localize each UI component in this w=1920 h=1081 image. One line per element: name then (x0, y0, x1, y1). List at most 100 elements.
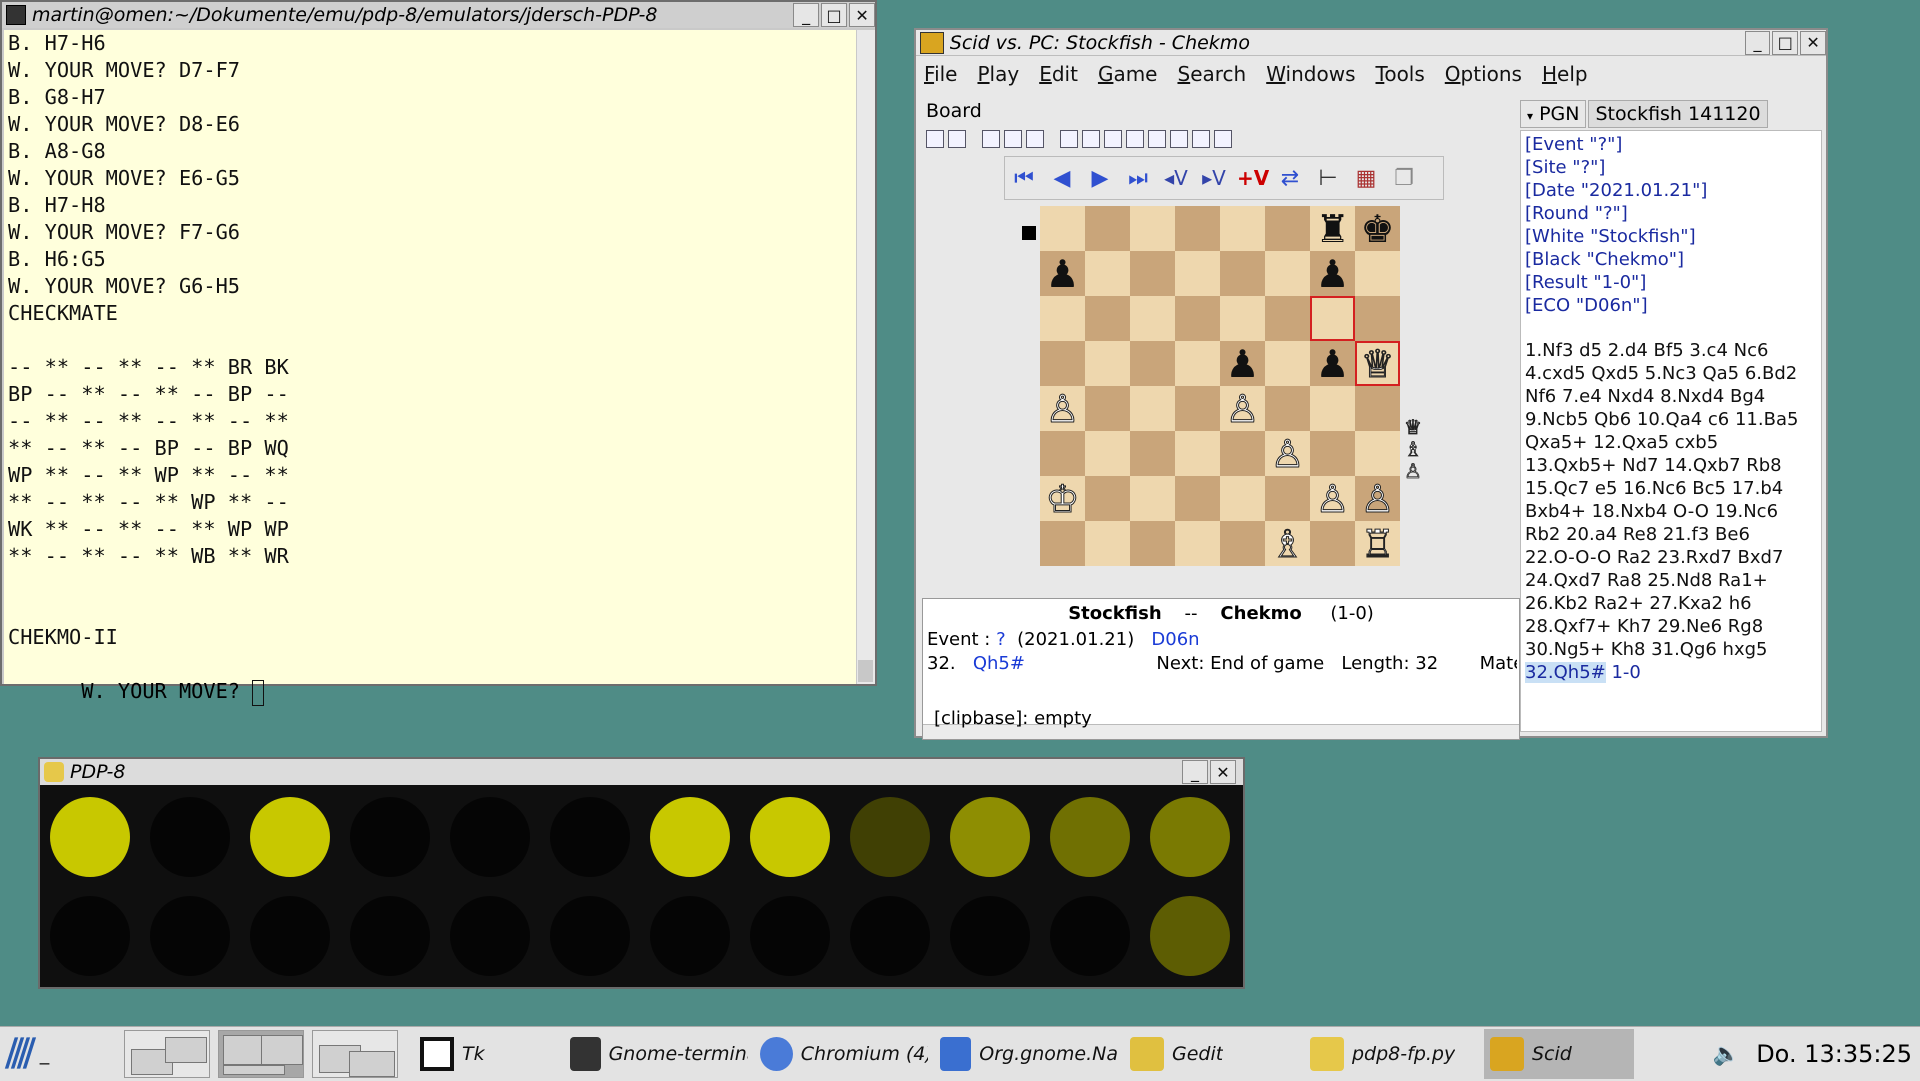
taskbar-item-scid[interactable]: Scid (1484, 1029, 1634, 1079)
tab-pgn[interactable]: ▾ PGN (1520, 100, 1587, 128)
white-piece[interactable]: ♙ (1270, 434, 1305, 473)
workspace-2[interactable] (218, 1030, 304, 1078)
save-icon[interactable] (926, 130, 944, 148)
first-move-icon[interactable]: ⏮ (1009, 166, 1039, 191)
board-square[interactable] (1310, 431, 1355, 476)
board-square[interactable] (1175, 431, 1220, 476)
opening-icon[interactable] (1148, 130, 1166, 148)
board-square[interactable] (1310, 521, 1355, 566)
taskbar-item-org[interactable]: Org.gnome.Nau (934, 1029, 1124, 1079)
board-square[interactable] (1355, 296, 1400, 341)
board-square[interactable] (1175, 251, 1220, 296)
white-piece[interactable]: ♙ (1315, 479, 1350, 518)
close-button[interactable]: ✕ (1210, 760, 1236, 784)
pgn-move-line[interactable]: 15.Qc7 e5 16.Nc6 Bc5 17.b4 (1525, 477, 1817, 500)
board-square[interactable] (1040, 341, 1085, 386)
taskbar-item-chromium[interactable]: Chromium (4) (754, 1029, 934, 1079)
event-value[interactable]: ? (996, 629, 1006, 650)
taskbar-item-gedit[interactable]: Gedit (1124, 1029, 1304, 1079)
board-square[interactable] (1355, 386, 1400, 431)
volume-icon[interactable]: 🔈 (1713, 1042, 1740, 1067)
black-piece[interactable]: ♟ (1315, 345, 1349, 383)
clock[interactable]: Do. 13:35:25 (1756, 1040, 1912, 1068)
terminal-scrollbar[interactable] (857, 30, 875, 684)
board-square[interactable] (1040, 206, 1085, 251)
black-piece[interactable]: ♟ (1225, 345, 1259, 383)
board-square[interactable] (1085, 251, 1130, 296)
board-square[interactable] (1130, 431, 1175, 476)
board-square[interactable] (1175, 386, 1220, 431)
board-square[interactable]: ♙ (1220, 386, 1265, 431)
menu-windows[interactable]: Windows (1266, 62, 1355, 86)
black-piece[interactable]: ♟ (1045, 255, 1079, 293)
close-button[interactable]: ✕ (849, 3, 875, 27)
scrollbar-thumb[interactable] (858, 660, 873, 682)
board-square[interactable] (1040, 296, 1085, 341)
black-piece[interactable]: ♜ (1315, 210, 1349, 248)
board-square[interactable]: ♚ (1355, 206, 1400, 251)
gamelist-icon[interactable] (1060, 130, 1078, 148)
pdp8-titlebar[interactable]: PDP-8 _ ✕ (40, 759, 1243, 785)
forward-icon[interactable]: ▶ (1085, 166, 1115, 191)
tree-icon[interactable] (1026, 130, 1044, 148)
workspace-1[interactable] (124, 1030, 210, 1078)
pgn-move-line[interactable]: 13.Qxb5+ Nd7 14.Qxb7 Rb8 (1525, 454, 1817, 477)
autoplay-icon[interactable]: ▦ (1351, 166, 1381, 191)
maximize-button[interactable]: □ (821, 3, 848, 27)
black-piece[interactable]: ♚ (1360, 210, 1394, 248)
board-square[interactable] (1130, 296, 1175, 341)
enter-variation-icon[interactable]: ▸V (1199, 166, 1229, 190)
exit-variation-icon[interactable]: ◂V (1161, 166, 1191, 190)
chess-board[interactable]: ♜ ♚ ♟ ♟ ♟ ♟ ♕ ♙ ♙ ♙ ♔ ♙ ♙ ♗ ♖ (1040, 206, 1400, 566)
board-square[interactable] (1130, 521, 1175, 566)
board-square[interactable] (1130, 341, 1175, 386)
pgn-icon[interactable] (1082, 130, 1100, 148)
white-piece[interactable]: ♕ (1360, 344, 1395, 383)
board-square[interactable]: ♜ (1310, 206, 1355, 251)
taskbar-item-tk[interactable]: Tk (414, 1029, 564, 1079)
minimize-button[interactable]: _ (1182, 760, 1208, 784)
coords-icon[interactable]: ⊢ (1313, 166, 1343, 191)
terminal-window[interactable]: martin@omen:~/Dokumente/emu/pdp-8/emulat… (0, 0, 877, 706)
eco-code[interactable]: D06n (1151, 629, 1199, 650)
menu-file[interactable]: File (924, 62, 957, 86)
board-square[interactable] (1265, 476, 1310, 521)
board-square[interactable] (1130, 386, 1175, 431)
board-square[interactable] (1265, 386, 1310, 431)
board-square[interactable] (1085, 296, 1130, 341)
board-square[interactable] (1355, 251, 1400, 296)
pgn-move-line[interactable]: 4.cxd5 Qxd5 5.Nc3 Qa5 6.Bd2 (1525, 362, 1817, 385)
board-square[interactable] (1310, 296, 1355, 341)
terminal-output[interactable]: B. H7-H6 W. YOUR MOVE? D7-F7 B. G8-H7 W. YO… (4, 30, 856, 706)
pgn-move-line[interactable]: 28.Qxf7+ Kh7 29.Ne6 Rg8 (1525, 615, 1817, 638)
menu-options[interactable]: Options (1445, 62, 1522, 86)
board-square[interactable] (1220, 476, 1265, 521)
board-square[interactable] (1175, 296, 1220, 341)
board-square[interactable]: ♟ (1220, 341, 1265, 386)
board-square[interactable] (1175, 521, 1220, 566)
board-square[interactable] (1040, 521, 1085, 566)
menu-play[interactable]: Play (977, 62, 1019, 86)
board-square[interactable] (1085, 206, 1130, 251)
pgn-move-line[interactable]: Rb2 20.a4 Re8 21.f3 Be6 (1525, 523, 1817, 546)
board-square[interactable] (1220, 296, 1265, 341)
board-square[interactable]: ♙ (1310, 476, 1355, 521)
close-button[interactable]: ✕ (1800, 30, 1826, 55)
white-piece[interactable]: ♗ (1270, 524, 1305, 563)
board-square[interactable] (1085, 521, 1130, 566)
clipbase-icon[interactable] (948, 130, 966, 148)
board-square[interactable] (1220, 206, 1265, 251)
tab-engine[interactable]: Stockfish 141120 (1588, 100, 1768, 128)
scid-window[interactable]: Scid vs. PC: Stockfish - Chekmo _ □ ✕ Fi… (914, 28, 1828, 740)
pgn-move-line[interactable]: 22.O-O-O Ra2 23.Rxd7 Bxd7 (1525, 546, 1817, 569)
board-square[interactable]: ♟ (1310, 341, 1355, 386)
board-square[interactable]: ♟ (1310, 251, 1355, 296)
menu-tools[interactable]: Tools (1376, 62, 1425, 86)
last-move-icon[interactable]: ⏭ (1123, 166, 1153, 191)
white-piece[interactable]: ♖ (1360, 524, 1395, 563)
board-square[interactable]: ♙ (1040, 386, 1085, 431)
board-square[interactable] (1355, 431, 1400, 476)
pgn-move-line[interactable]: Nf6 7.e4 Nxd4 8.Nxd4 Bg4 (1525, 385, 1817, 408)
board-square[interactable] (1085, 431, 1130, 476)
board-square[interactable]: ♕ (1355, 341, 1400, 386)
